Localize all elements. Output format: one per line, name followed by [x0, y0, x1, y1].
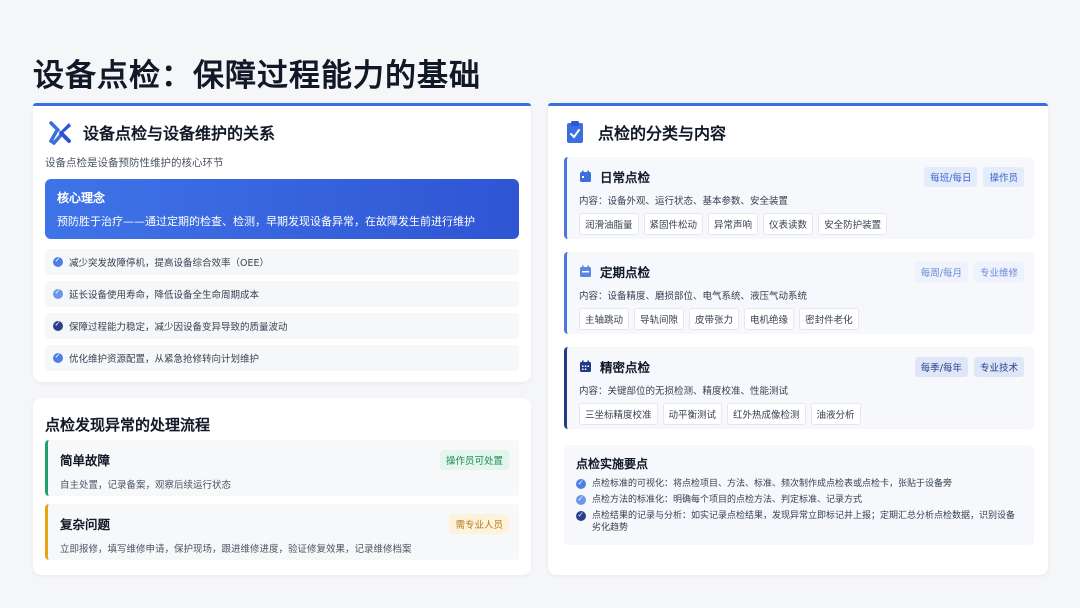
inspection-item: 皮带张力 [689, 308, 740, 330]
process-tag: 需专业人员 [449, 514, 509, 534]
card-top-accent [548, 103, 1048, 106]
check-icon [53, 287, 63, 299]
page-title: 设备点检：保障过程能力的基础 [33, 58, 481, 94]
check-icon [576, 509, 586, 521]
relation-header: 设备点检与设备维护的关系 [47, 119, 275, 145]
inspection-item: 动平衡测试 [662, 403, 723, 425]
inspection-heading: 精密点检 [600, 360, 651, 375]
check-icon [576, 493, 586, 505]
classification-header: 点检的分类与内容 [562, 119, 726, 145]
process-title: 点检发现异常的处理流程 [45, 416, 211, 434]
inspection-item: 主轴跳动 [579, 308, 630, 330]
process-heading: 复杂问题 [60, 517, 111, 532]
inspection-item: 电机绝缘 [744, 308, 795, 330]
relation-card: 设备点检与设备维护的关系 设备点检是设备预防性维护的核心环节 核心理念 预防胜于… [33, 103, 531, 382]
benefit-text: 减少突发故障停机，提高设备综合效率（OEE） [69, 258, 269, 269]
periodic-inspection: 定期点检 每周/每月 专业维修 内容：设备精度、磨损部位、电气系统、液压气动系统… [564, 252, 1034, 334]
relation-title: 设备点检与设备维护的关系 [83, 124, 276, 143]
inspection-item: 异常声响 [708, 213, 759, 235]
tools-icon [48, 121, 71, 145]
benefit-list: 减少突发故障停机，提高设备综合效率（OEE） 延长设备使用寿命，降低设备全生命周… [45, 249, 519, 377]
implementation-title: 点检实施要点 [576, 457, 649, 471]
list-item: 点检结果的记录与分析：如实记录点检结果，发现异常立即标记并上报；定期汇总分析点检… [576, 509, 1022, 534]
classification-title: 点检的分类与内容 [598, 124, 727, 143]
inspection-item: 润滑油脂量 [579, 213, 639, 235]
role-tag: 专业维修 [973, 262, 1024, 282]
process-tag: 操作员可处置 [439, 450, 509, 470]
benefit-text: 延长设备使用寿命，降低设备全生命周期成本 [69, 290, 260, 301]
precision-inspection: 精密点检 每季/每年 专业技术 内容：关键部位的无损检测、精度校准、性能测试 三… [564, 347, 1034, 429]
list-item: 优化维护资源配置，从紧急抢修转向计划维护 [45, 345, 519, 371]
role-tag: 专业技术 [973, 357, 1024, 377]
frequency-tag: 每周/每月 [914, 262, 968, 282]
list-item: 点检方法的标准化：明确每个项目的点检方法、判定标准、记录方式 [576, 493, 1022, 506]
core-text: 预防胜于治疗——通过定期的检查、检测，早期发现设备异常，在故障发生前进行维护 [57, 215, 475, 228]
inspection-item: 三坐标精度校准 [579, 403, 658, 425]
check-icon [53, 255, 63, 267]
core-heading: 核心理念 [57, 191, 106, 205]
benefit-text: 保障过程能力稳定，减少因设备变异导致的质量波动 [69, 322, 288, 333]
clipboard-check-icon [567, 121, 583, 143]
relation-subtitle: 设备点检是设备预防性维护的核心环节 [45, 157, 224, 169]
role-tag: 操作员 [983, 167, 1024, 187]
list-item: 保障过程能力稳定，减少因设备变异导致的质量波动 [45, 313, 519, 339]
list-item: 点检标准的可视化：将点检项目、方法、标准、频次制作成点检表或点检卡，张贴于设备旁 [576, 477, 1022, 490]
inspection-item: 安全防护装置 [818, 213, 888, 235]
inspection-content: 内容：设备精度、磨损部位、电气系统、液压气动系统 [579, 291, 808, 302]
calendar-icon [580, 170, 591, 182]
inspection-item: 紧固件松动 [643, 213, 704, 235]
process-simple: 简单故障 自主处置，记录备案，观察后续运行状态 操作员可处置 [45, 440, 519, 496]
implementation-text: 点检结果的记录与分析：如实记录点检结果，发现异常立即标记并上报；定期汇总分析点检… [592, 511, 1016, 533]
inspection-content: 内容：设备外观、运行状态、基本参数、安全装置 [579, 196, 789, 207]
implementation-text: 点检标准的可视化：将点检项目、方法、标准、频次制作成点检表或点检卡，张贴于设备旁 [592, 479, 953, 489]
inspection-item: 密封件老化 [799, 308, 859, 330]
benefit-text: 优化维护资源配置，从紧急抢修转向计划维护 [69, 354, 260, 365]
calendar-grid-icon [580, 360, 591, 372]
process-text: 自主处置，记录备案，观察后续运行状态 [60, 480, 232, 491]
check-icon [53, 319, 63, 331]
inspection-item: 仪表读数 [763, 213, 814, 235]
inspection-item: 油液分析 [810, 403, 861, 425]
inspection-heading: 日常点检 [600, 170, 651, 185]
inspection-heading: 定期点检 [600, 265, 651, 280]
list-item: 延长设备使用寿命，降低设备全生命周期成本 [45, 281, 519, 307]
inspection-item: 导轨间隙 [634, 308, 685, 330]
daily-inspection: 日常点检 每班/每日 操作员 内容：设备外观、运行状态、基本参数、安全装置 润滑… [564, 157, 1034, 239]
implementation-points: 点检实施要点 点检标准的可视化：将点检项目、方法、标准、频次制作成点检表或点检卡… [564, 445, 1034, 545]
implementation-text: 点检方法的标准化：明确每个项目的点检方法、判定标准、记录方式 [592, 495, 863, 505]
inspection-content: 内容：关键部位的无损检测、精度校准、性能测试 [579, 386, 789, 397]
process-text: 立即报修，填写维修申请，保护现场，跟进维修进度，验证修复效果，记录维修档案 [60, 544, 412, 555]
list-item: 减少突发故障停机，提高设备综合效率（OEE） [45, 249, 519, 275]
check-icon [576, 477, 586, 489]
process-card: 点检发现异常的处理流程 简单故障 自主处置，记录备案，观察后续运行状态 操作员可… [33, 398, 531, 575]
card-top-accent [33, 103, 531, 106]
check-icon [53, 351, 63, 363]
calendar-icon [580, 265, 591, 277]
inspection-item: 红外热成像检测 [727, 403, 806, 425]
process-complex: 复杂问题 立即报修，填写维修申请，保护现场，跟进维修进度，验证修复效果，记录维修… [45, 504, 519, 560]
frequency-tag: 每季/每年 [914, 357, 968, 377]
core-concept-box: 核心理念 预防胜于治疗——通过定期的检查、检测，早期发现设备异常，在故障发生前进… [45, 179, 519, 239]
frequency-tag: 每班/每日 [924, 167, 978, 187]
classification-card: 点检的分类与内容 日常点检 每班/每日 操作员 内容：设备外观、运行状态、基本参… [548, 103, 1048, 575]
